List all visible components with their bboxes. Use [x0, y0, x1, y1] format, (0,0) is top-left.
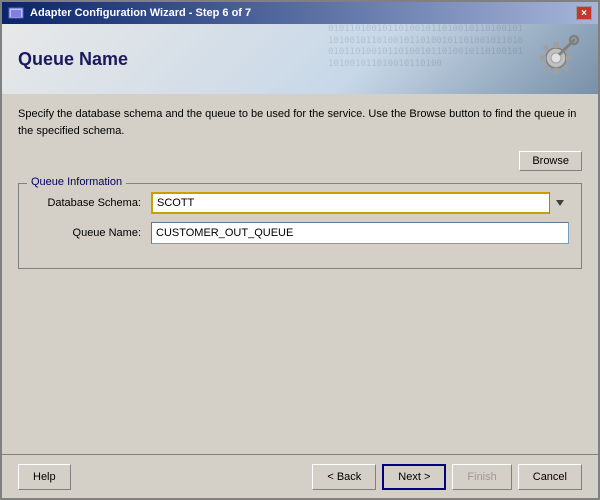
footer-left: Help: [18, 464, 71, 490]
title-bar-left: Adapter Configuration Wizard - Step 6 of…: [8, 5, 251, 21]
page-title: Queue Name: [18, 49, 128, 70]
database-schema-select-wrapper: SCOTT: [151, 192, 569, 214]
database-schema-select[interactable]: SCOTT: [151, 192, 569, 214]
close-button[interactable]: ×: [576, 6, 592, 20]
database-schema-row: Database Schema: SCOTT: [31, 192, 569, 214]
wizard-window: Adapter Configuration Wizard - Step 6 of…: [0, 0, 600, 500]
footer: Help < Back Next > Finish Cancel: [2, 454, 598, 498]
back-button[interactable]: < Back: [312, 464, 376, 490]
next-button[interactable]: Next >: [382, 464, 446, 490]
finish-button[interactable]: Finish: [452, 464, 511, 490]
help-button[interactable]: Help: [18, 464, 71, 490]
wizard-icon: [530, 32, 582, 87]
header-banner: 0101101001011010010110100101101001011010…: [2, 24, 598, 94]
title-bar-icon: [8, 5, 24, 21]
database-schema-label: Database Schema:: [31, 197, 151, 209]
cancel-button[interactable]: Cancel: [518, 464, 582, 490]
title-bar: Adapter Configuration Wizard - Step 6 of…: [2, 2, 598, 24]
header-pattern-decoration: 0101101001011010010110100101101001011010…: [328, 24, 528, 94]
description-text: Specify the database schema and the queu…: [18, 106, 582, 139]
browse-button[interactable]: Browse: [519, 151, 582, 171]
footer-right: < Back Next > Finish Cancel: [312, 464, 582, 490]
queue-name-row: Queue Name:: [31, 222, 569, 244]
title-bar-title: Adapter Configuration Wizard - Step 6 of…: [30, 7, 251, 19]
queue-information-group: Queue Information Database Schema: SCOTT: [18, 183, 582, 269]
queue-name-label: Queue Name:: [31, 227, 151, 239]
main-content: Specify the database schema and the queu…: [2, 94, 598, 454]
browse-row: Browse: [18, 151, 582, 171]
queue-name-input[interactable]: [151, 222, 569, 244]
group-legend: Queue Information: [27, 176, 126, 188]
